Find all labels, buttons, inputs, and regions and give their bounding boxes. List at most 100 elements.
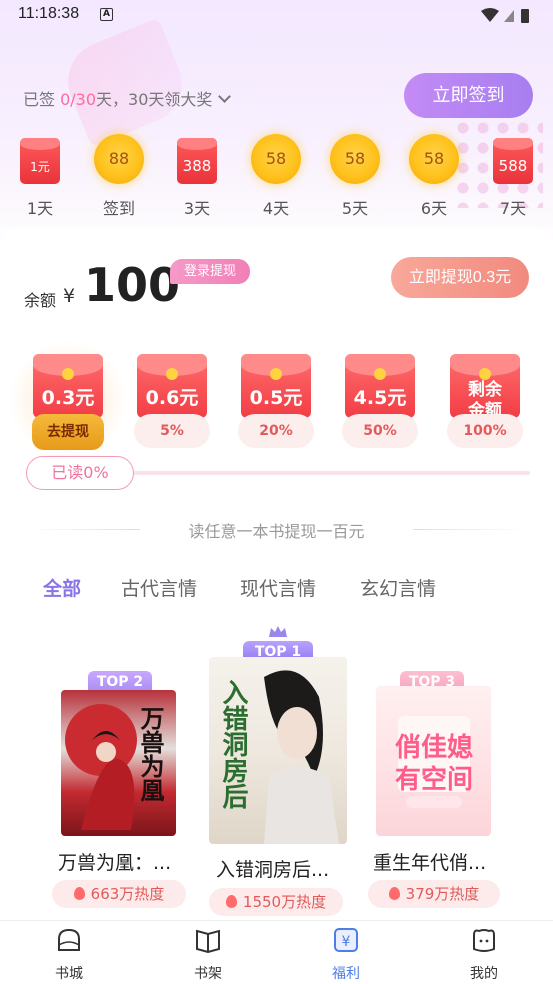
wifi-icon [481, 8, 499, 22]
status-time: 11:18:38 [18, 5, 80, 22]
milestone-percent: 5% [134, 414, 210, 448]
coin-icon: 58 [251, 134, 301, 184]
red-envelope-icon: 1元 [20, 138, 60, 184]
withdraw-button[interactable]: 立即提现0.3元 [391, 257, 529, 298]
reward-day-label: 5天 [341, 199, 369, 218]
milestone-5[interactable]: 剩余 金额 100% [447, 350, 523, 452]
reward-day-label: 7天 [499, 199, 527, 218]
nav-label: 书城 [55, 966, 83, 982]
ribbon-decoration [56, 17, 194, 148]
book-title: 重生年代俏... [373, 852, 487, 874]
heat-value: 663万热度 [90, 885, 165, 903]
reward-day-label: 签到 [102, 199, 135, 218]
signin-button[interactable]: 立即签到 [404, 73, 533, 118]
cover-title: 万兽为凰 [136, 706, 164, 802]
balance-currency: ¥ [63, 285, 76, 307]
red-envelope-icon: 剩余 金额 [450, 354, 520, 421]
signin-suffix: 天，30天领大奖 [96, 90, 213, 109]
reward-value: 588 [498, 157, 528, 175]
milestone-percent: 50% [342, 414, 418, 448]
reward-value: 58 [265, 149, 287, 168]
nav-item-bookshelf[interactable]: 书架 [178, 927, 238, 983]
chevron-down-icon[interactable] [218, 90, 232, 103]
bottom-navigation: 书城 书架 ¥ 福利 我的 [0, 920, 553, 984]
balance-amount: 100 [84, 258, 181, 312]
nav-label: 福利 [332, 966, 360, 982]
tab-fantasy-romance[interactable]: 玄幻言情 [360, 574, 436, 601]
book-title: 入错洞房后... [216, 859, 330, 881]
signin-status: 已签 0/30天，30天领大奖 [23, 86, 232, 110]
milestone-1[interactable]: 0.3元 去提现 [8, 340, 128, 460]
reward-value: 1元 [30, 160, 50, 174]
system-icons [481, 8, 529, 23]
milestone-amount: 0.6元 [145, 387, 199, 409]
milestone-percent: 20% [238, 414, 314, 448]
book-cover[interactable]: 俏佳媳有空间 [376, 686, 491, 836]
nav-item-welfare[interactable]: ¥ 福利 [316, 927, 376, 983]
tab-modern-romance[interactable]: 现代言情 [240, 574, 316, 601]
reward-day-label: 1天 [26, 199, 54, 218]
flame-icon [388, 887, 400, 900]
nav-label: 书架 [194, 966, 222, 982]
milestone-3[interactable]: 0.5元 20% [238, 350, 314, 452]
red-envelope-icon: 0.6元 [137, 354, 207, 418]
login-withdraw-tag[interactable]: 登录提现 [170, 259, 250, 284]
signin-count: 0/30 [60, 90, 97, 109]
nav-item-profile[interactable]: 我的 [454, 927, 514, 983]
book-cover[interactable]: 万兽为凰 [61, 690, 176, 836]
heat-badge: 379万热度 [368, 880, 500, 908]
book-cover[interactable]: 入错洞房后 [209, 657, 347, 844]
nav-item-bookstore[interactable]: 书城 [39, 927, 99, 983]
flame-icon [73, 887, 85, 900]
go-withdraw-button[interactable]: 去提现 [32, 414, 104, 450]
crown-icon [269, 626, 287, 637]
reward-day-label: 4天 [262, 199, 290, 218]
reward-day-label: 6天 [420, 199, 448, 218]
signin-prefix: 已签 [23, 90, 56, 109]
reward-value: 58 [344, 149, 366, 168]
reward-value: 88 [108, 149, 130, 168]
nav-label: 我的 [470, 966, 498, 982]
book-icon [196, 929, 220, 954]
red-envelope-icon: 588 [493, 138, 533, 184]
coin-icon: 88 [94, 134, 144, 184]
coin-icon: 58 [330, 134, 380, 184]
progress-track [110, 471, 530, 475]
heat-value: 1550万热度 [242, 893, 327, 911]
milestone-percent: 100% [447, 414, 523, 448]
tab-ancient-romance[interactable]: 古代言情 [121, 574, 197, 601]
tab-all[interactable]: 全部 [40, 574, 84, 602]
divider-right [413, 529, 525, 530]
book-title: 万兽为凰：... [58, 852, 172, 874]
milestone-amount: 4.5元 [353, 387, 407, 409]
flame-icon [225, 895, 237, 908]
heat-badge: 663万热度 [52, 880, 186, 908]
milestone-amount: 0.5元 [249, 387, 303, 409]
milestone-4[interactable]: 4.5元 50% [342, 350, 418, 452]
coin-icon: 58 [409, 134, 459, 184]
cover-title: 俏佳媳有空间 [394, 733, 473, 795]
promo-text: 读任意一本书提现一百元 [188, 522, 365, 541]
red-envelope-icon: 0.5元 [241, 354, 311, 418]
home-icon [58, 928, 80, 951]
status-bar: 11:18:38 A [0, 0, 553, 32]
heat-badge: 1550万热度 [209, 888, 343, 916]
red-envelope-icon: 0.3元 [33, 354, 103, 418]
notification-icon: A [100, 8, 113, 21]
reward-value: 388 [182, 157, 212, 175]
read-progress-pill: 已读0% [26, 456, 134, 490]
reward-day-label: 3天 [183, 199, 211, 218]
red-envelope-icon: 388 [177, 138, 217, 184]
yuan-icon: ¥ [334, 928, 358, 952]
battery-icon [521, 9, 529, 23]
svg-text:¥: ¥ [342, 934, 351, 950]
red-envelope-icon: 4.5元 [345, 354, 415, 418]
signal-icon [504, 10, 514, 22]
cover-title: 入错洞房后 [218, 679, 248, 809]
reward-value: 58 [423, 149, 445, 168]
heat-value: 379万热度 [405, 885, 480, 903]
profile-icon [473, 929, 495, 952]
milestone-2[interactable]: 0.6元 5% [134, 350, 210, 452]
balance-label: 余额 [24, 291, 57, 310]
milestone-amount: 0.3元 [41, 387, 95, 409]
